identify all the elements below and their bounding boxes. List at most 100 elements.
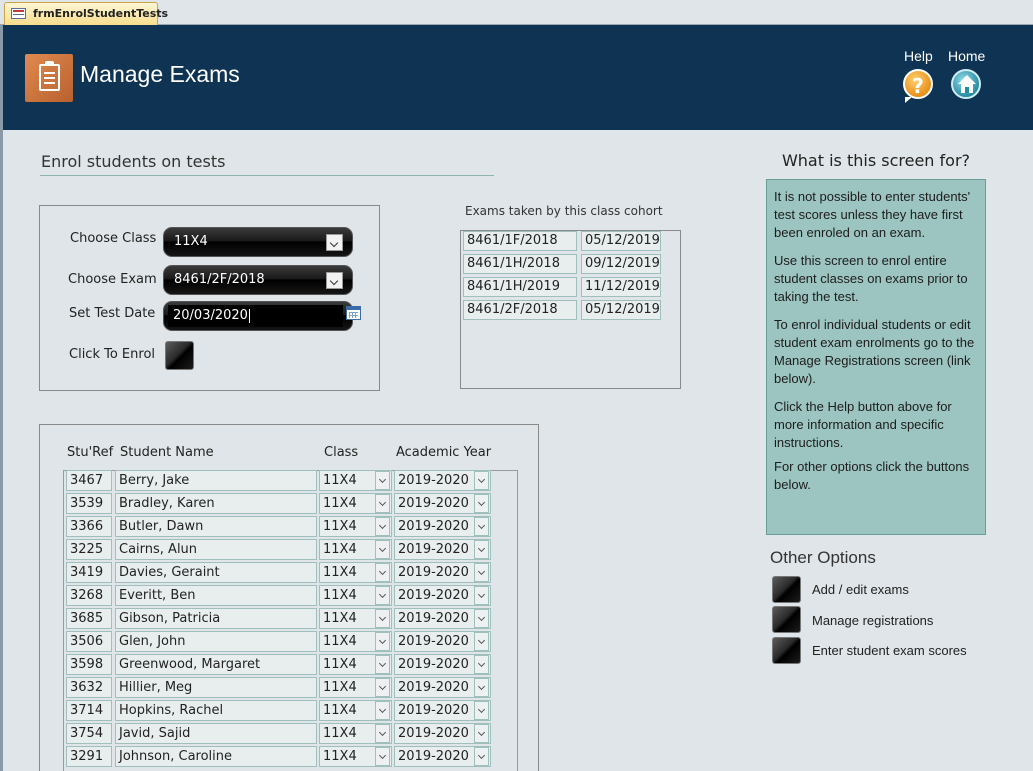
- student-name-cell[interactable]: Greenwood, Margaret: [115, 654, 317, 675]
- page-title: Manage Exams: [80, 61, 240, 87]
- chevron-down-icon[interactable]: [474, 609, 489, 628]
- enter-scores-button[interactable]: [772, 637, 801, 664]
- question-mark-icon: ?: [912, 74, 924, 98]
- chevron-down-icon[interactable]: [474, 632, 489, 651]
- info-paragraph: It is not possible to enter students' te…: [774, 189, 971, 240]
- choose-class-label: Choose Class: [70, 231, 157, 246]
- other-options-heading: Other Options: [770, 548, 876, 567]
- document-tab-title: frmEnrolStudentTests: [33, 7, 169, 20]
- chevron-down-icon[interactable]: [375, 540, 390, 559]
- help-label: Help: [904, 48, 933, 64]
- exam-date-cell: 09/12/2019: [581, 254, 661, 274]
- test-date-input[interactable]: 20/03/2020: [168, 305, 343, 327]
- chevron-down-icon[interactable]: [474, 563, 489, 582]
- chevron-down-icon[interactable]: [474, 471, 489, 490]
- student-name-cell[interactable]: Johnson, Caroline: [115, 746, 317, 767]
- enrol-button[interactable]: [165, 341, 194, 370]
- chevron-down-icon[interactable]: [375, 517, 390, 536]
- choose-exam-combo[interactable]: 8461/2F/2018: [163, 265, 353, 295]
- student-ref-cell[interactable]: 3598: [66, 654, 112, 675]
- chevron-down-icon[interactable]: [474, 701, 489, 720]
- chevron-down-icon[interactable]: [375, 678, 390, 697]
- student-name-cell[interactable]: Gibson, Patricia: [115, 608, 317, 629]
- student-ref-cell[interactable]: 3419: [66, 562, 112, 583]
- student-name-cell[interactable]: Javid, Sajid: [115, 723, 317, 744]
- student-ref-cell[interactable]: 3225: [66, 539, 112, 560]
- enter-scores-label: Enter student exam scores: [812, 643, 967, 658]
- student-name-cell[interactable]: Berry, Jake: [115, 470, 317, 491]
- exams-taken-label: Exams taken by this class cohort: [465, 204, 663, 218]
- column-header-class: Class: [324, 445, 359, 460]
- chevron-down-icon[interactable]: [474, 494, 489, 513]
- add-edit-exams-button[interactable]: [772, 576, 801, 603]
- student-ref-cell[interactable]: 3268: [66, 585, 112, 606]
- student-ref-cell[interactable]: 3291: [66, 746, 112, 767]
- student-name-cell[interactable]: Butler, Dawn: [115, 516, 317, 537]
- student-name-cell[interactable]: Davies, Geraint: [115, 562, 317, 583]
- chevron-down-icon[interactable]: [375, 586, 390, 605]
- student-name-cell[interactable]: Hopkins, Rachel: [115, 700, 317, 721]
- student-ref-cell[interactable]: 3714: [66, 700, 112, 721]
- window-left-border: [0, 25, 3, 771]
- add-edit-exams-label: Add / edit exams: [812, 582, 909, 597]
- choose-exam-label: Choose Exam: [68, 272, 157, 287]
- chevron-down-icon[interactable]: [375, 701, 390, 720]
- chevron-down-icon[interactable]: [375, 471, 390, 490]
- test-date-value: 20/03/2020: [173, 308, 248, 323]
- student-ref-cell[interactable]: 3467: [66, 470, 112, 491]
- student-ref-cell[interactable]: 3539: [66, 493, 112, 514]
- set-test-date-label: Set Test Date: [69, 306, 156, 321]
- chevron-down-icon[interactable]: [474, 655, 489, 674]
- chevron-down-icon[interactable]: [375, 747, 390, 766]
- exam-code-cell: 8461/1H/2018: [463, 254, 577, 274]
- document-tab[interactable]: frmEnrolStudentTests: [4, 2, 168, 25]
- chevron-down-icon[interactable]: [375, 632, 390, 651]
- chevron-down-icon[interactable]: [326, 234, 343, 251]
- info-paragraph: For other options click the buttons belo…: [774, 459, 970, 492]
- exam-date-cell: 05/12/2019: [581, 231, 661, 251]
- clipboard-icon: [25, 54, 73, 102]
- home-label: Home: [948, 48, 986, 64]
- student-ref-cell[interactable]: 3506: [66, 631, 112, 652]
- student-name-cell[interactable]: Glen, John: [115, 631, 317, 652]
- chevron-down-icon[interactable]: [375, 655, 390, 674]
- enrol-label: Click To Enrol: [69, 347, 156, 362]
- student-ref-cell[interactable]: 3754: [66, 723, 112, 744]
- info-paragraph: Click the Help button above for more inf…: [774, 399, 952, 450]
- calendar-icon[interactable]: [346, 306, 361, 320]
- form-icon: [11, 8, 26, 19]
- header-bar: Manage Exams Help Home ?: [3, 25, 1033, 130]
- exam-date-cell: 11/12/2019: [581, 277, 661, 297]
- choose-class-combo[interactable]: 11X4: [163, 227, 353, 257]
- exam-code-cell: 8461/1H/2019: [463, 277, 577, 297]
- help-button[interactable]: ?: [903, 69, 933, 103]
- chevron-down-icon[interactable]: [474, 724, 489, 743]
- manage-registrations-button[interactable]: [772, 606, 801, 633]
- chevron-down-icon[interactable]: [375, 724, 390, 743]
- student-name-cell[interactable]: Hillier, Meg: [115, 677, 317, 698]
- heading-divider: [40, 175, 494, 176]
- info-panel: It is not possible to enter students' te…: [766, 179, 986, 535]
- column-header-name: Student Name: [120, 445, 214, 460]
- chevron-down-icon[interactable]: [474, 747, 489, 766]
- exam-date-cell: 05/12/2019: [581, 300, 661, 320]
- student-ref-cell[interactable]: 3366: [66, 516, 112, 537]
- manage-registrations-label: Manage registrations: [812, 613, 934, 628]
- chevron-down-icon[interactable]: [375, 494, 390, 513]
- chevron-down-icon[interactable]: [474, 586, 489, 605]
- chevron-down-icon[interactable]: [375, 563, 390, 582]
- column-header-ref: Stu'Ref: [67, 445, 114, 460]
- student-name-cell[interactable]: Bradley, Karen: [115, 493, 317, 514]
- chevron-down-icon[interactable]: [474, 678, 489, 697]
- student-name-cell[interactable]: Everitt, Ben: [115, 585, 317, 606]
- chevron-down-icon[interactable]: [474, 540, 489, 559]
- chevron-down-icon[interactable]: [474, 517, 489, 536]
- exam-code-cell: 8461/2F/2018: [463, 300, 577, 320]
- chevron-down-icon[interactable]: [375, 609, 390, 628]
- student-ref-cell[interactable]: 3685: [66, 608, 112, 629]
- home-button[interactable]: [951, 69, 981, 99]
- student-ref-cell[interactable]: 3632: [66, 677, 112, 698]
- chevron-down-icon[interactable]: [326, 272, 343, 289]
- info-paragraph: To enrol individual students or edit stu…: [774, 317, 975, 386]
- student-name-cell[interactable]: Cairns, Alun: [115, 539, 317, 560]
